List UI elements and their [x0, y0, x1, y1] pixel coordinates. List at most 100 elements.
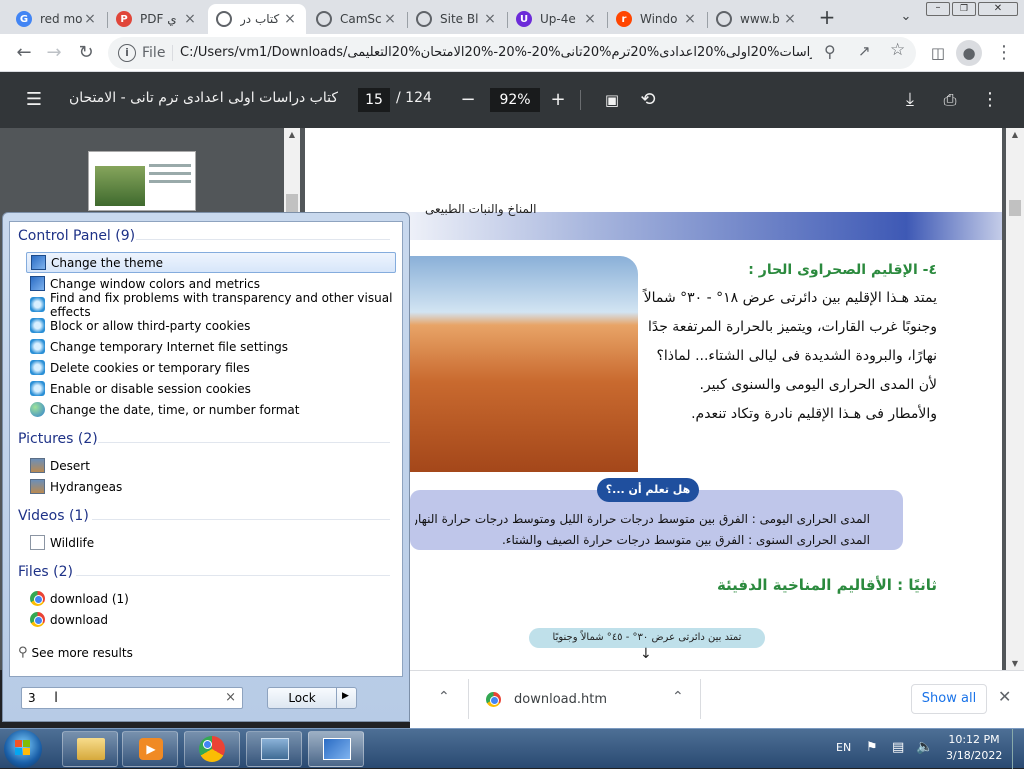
share-icon[interactable]: ↗: [858, 42, 871, 60]
result-download[interactable]: download: [26, 609, 396, 630]
result-date-format[interactable]: Change the date, time, or number format: [26, 399, 396, 420]
menu-kebab-icon[interactable]: ⋮: [992, 41, 1016, 65]
download-filename[interactable]: download.htm: [514, 692, 607, 707]
pdf-more-icon[interactable]: ⋮: [978, 88, 1002, 112]
tab-close-icon[interactable]: ×: [182, 11, 198, 27]
windows-start-orb[interactable]: [4, 730, 42, 768]
restore-button[interactable]: ❐: [952, 2, 976, 16]
photo-viewer-taskbar-icon[interactable]: [246, 731, 302, 767]
browser-tab[interactable]: U Up-4e ×: [508, 4, 606, 34]
clock-date[interactable]: 3/18/2022: [946, 749, 1002, 762]
forward-arrow-icon[interactable]: →: [42, 41, 66, 65]
download-chevron-icon[interactable]: ⌃: [672, 689, 684, 705]
info-box-line: المدى الحرارى السنوى : الفرق بين متوسط د…: [501, 533, 870, 547]
browser-tab[interactable]: www.b ×: [708, 4, 806, 34]
thumbnail-scrollbar[interactable]: ▲: [284, 128, 300, 218]
tab-search-icon[interactable]: ⌄: [896, 6, 916, 28]
flow-arrow: ↓: [640, 646, 652, 662]
page-thumbnail[interactable]: [88, 151, 196, 211]
close-downloads-icon[interactable]: ✕: [998, 687, 1011, 706]
tab-close-icon[interactable]: ×: [282, 11, 298, 27]
tab-title: PDF ي: [140, 12, 177, 26]
show-desktop-button[interactable]: [1012, 729, 1024, 769]
explorer-taskbar-icon[interactable]: [62, 731, 118, 767]
address-bar[interactable]: i File C:/Users/vm1/Downloads/كتاب%20درا…: [108, 37, 916, 69]
browser-tab[interactable]: CamSc ×: [308, 4, 406, 34]
clock-time[interactable]: 10:12 PM: [946, 733, 1002, 746]
result-third-party-cookies[interactable]: Block or allow third-party cookies: [26, 315, 396, 336]
chrome-file-icon: [486, 692, 501, 707]
result-group-heading[interactable]: Files (2): [18, 564, 73, 580]
control-panel-taskbar-icon[interactable]: [308, 731, 364, 767]
result-theme[interactable]: Change the theme: [26, 252, 396, 273]
search-input[interactable]: 3: [28, 691, 36, 705]
search-box[interactable]: 3 I ×: [21, 687, 243, 709]
result-wildlife[interactable]: Wildlife: [26, 532, 396, 553]
zoom-out-icon[interactable]: −: [456, 88, 480, 112]
result-temp-files[interactable]: Change temporary Internet file settings: [26, 336, 396, 357]
lock-arrow-icon[interactable]: ▶: [342, 691, 349, 701]
download-icon[interactable]: ⤓: [898, 88, 922, 112]
reload-icon[interactable]: ↻: [74, 41, 98, 65]
page-scrollbar[interactable]: ▲ ▼: [1006, 128, 1024, 670]
info-icon[interactable]: i: [118, 44, 136, 62]
close-window-button[interactable]: ✕: [978, 2, 1018, 16]
result-group-heading[interactable]: Control Panel (9): [18, 228, 135, 244]
minimize-button[interactable]: –: [926, 2, 950, 16]
lock-button[interactable]: Lock ▶: [267, 687, 357, 709]
tab-close-icon[interactable]: ×: [382, 11, 398, 27]
rotate-icon[interactable]: ⟲: [636, 88, 660, 112]
tab-close-icon[interactable]: ×: [682, 11, 698, 27]
browser-tab[interactable]: r Windo ×: [608, 4, 706, 34]
hamburger-menu-icon[interactable]: ☰: [22, 88, 46, 112]
result-delete-cookies[interactable]: Delete cookies or temporary files: [26, 357, 396, 378]
profile-avatar[interactable]: ●: [956, 40, 982, 66]
chevron-up-icon[interactable]: ⌃: [438, 689, 450, 705]
browser-tab[interactable]: Gred mo ×: [8, 4, 106, 34]
tab-close-icon[interactable]: ×: [582, 11, 598, 27]
result-hydrangeas[interactable]: Hydrangeas: [26, 476, 396, 497]
show-all-button[interactable]: Show all: [911, 684, 987, 714]
result-desert[interactable]: Desert: [26, 455, 396, 476]
result-session-cookies[interactable]: Enable or disable session cookies: [26, 378, 396, 399]
side-panel-icon[interactable]: ◫: [926, 41, 950, 65]
fit-page-icon[interactable]: ▣: [600, 88, 624, 112]
language-indicator[interactable]: EN: [836, 741, 851, 754]
action-center-icon[interactable]: ⚑: [866, 740, 878, 755]
zoom-level-input[interactable]: 92%: [490, 88, 540, 112]
network-icon[interactable]: ▤: [892, 740, 904, 755]
address-url[interactable]: C:/Users/vm1/Downloads/كتاب%20دراسات%20ا…: [180, 45, 812, 60]
see-more-results-link[interactable]: ⚲ See more results: [18, 645, 133, 660]
temp-files-icon: [30, 339, 45, 354]
tab-close-icon[interactable]: ×: [782, 11, 798, 27]
volume-icon[interactable]: 🔈: [916, 739, 933, 755]
print-icon[interactable]: ⎙: [938, 88, 962, 112]
browser-tab[interactable]: P PDF ي ×: [108, 4, 206, 34]
zoom-in-icon[interactable]: +: [546, 88, 570, 112]
desert-photo: [410, 256, 638, 472]
result-group-heading[interactable]: Videos (1): [18, 508, 89, 524]
new-tab-button[interactable]: +: [816, 6, 838, 28]
pdf-title: كتاب دراسات اولى اعدادى ترم تانى - الامت…: [68, 90, 338, 106]
back-arrow-icon[interactable]: ←: [12, 41, 36, 65]
downloads-bar: ⌃ download.htm ⌃ Show all ✕: [410, 670, 1024, 728]
browser-tab[interactable]: كتاب در ×: [208, 4, 306, 34]
theme-icon: [31, 255, 46, 270]
tab-title: Up-4e: [540, 12, 576, 26]
chrome-taskbar-icon[interactable]: [184, 731, 240, 767]
tab-close-icon[interactable]: ×: [482, 11, 498, 27]
tab-close-icon[interactable]: ×: [82, 11, 98, 27]
bookmark-star-icon[interactable]: ☆: [890, 40, 905, 60]
result-transparency[interactable]: Find and fix problems with transparency …: [26, 291, 396, 319]
download-1-icon: [30, 591, 45, 606]
zoom-search-icon[interactable]: ⚲: [824, 42, 836, 61]
tab-favicon-icon: [416, 11, 432, 27]
address-scheme: File: [142, 45, 166, 61]
browser-tab[interactable]: Site Bl ×: [408, 4, 506, 34]
page-number-input[interactable]: 15: [358, 88, 390, 112]
result-download-1[interactable]: download (1): [26, 588, 396, 609]
clear-search-icon[interactable]: ×: [225, 690, 236, 705]
tab-favicon-icon: G: [16, 11, 32, 27]
media-player-taskbar-icon[interactable]: ▶: [122, 731, 178, 767]
result-group-heading[interactable]: Pictures (2): [18, 431, 98, 447]
